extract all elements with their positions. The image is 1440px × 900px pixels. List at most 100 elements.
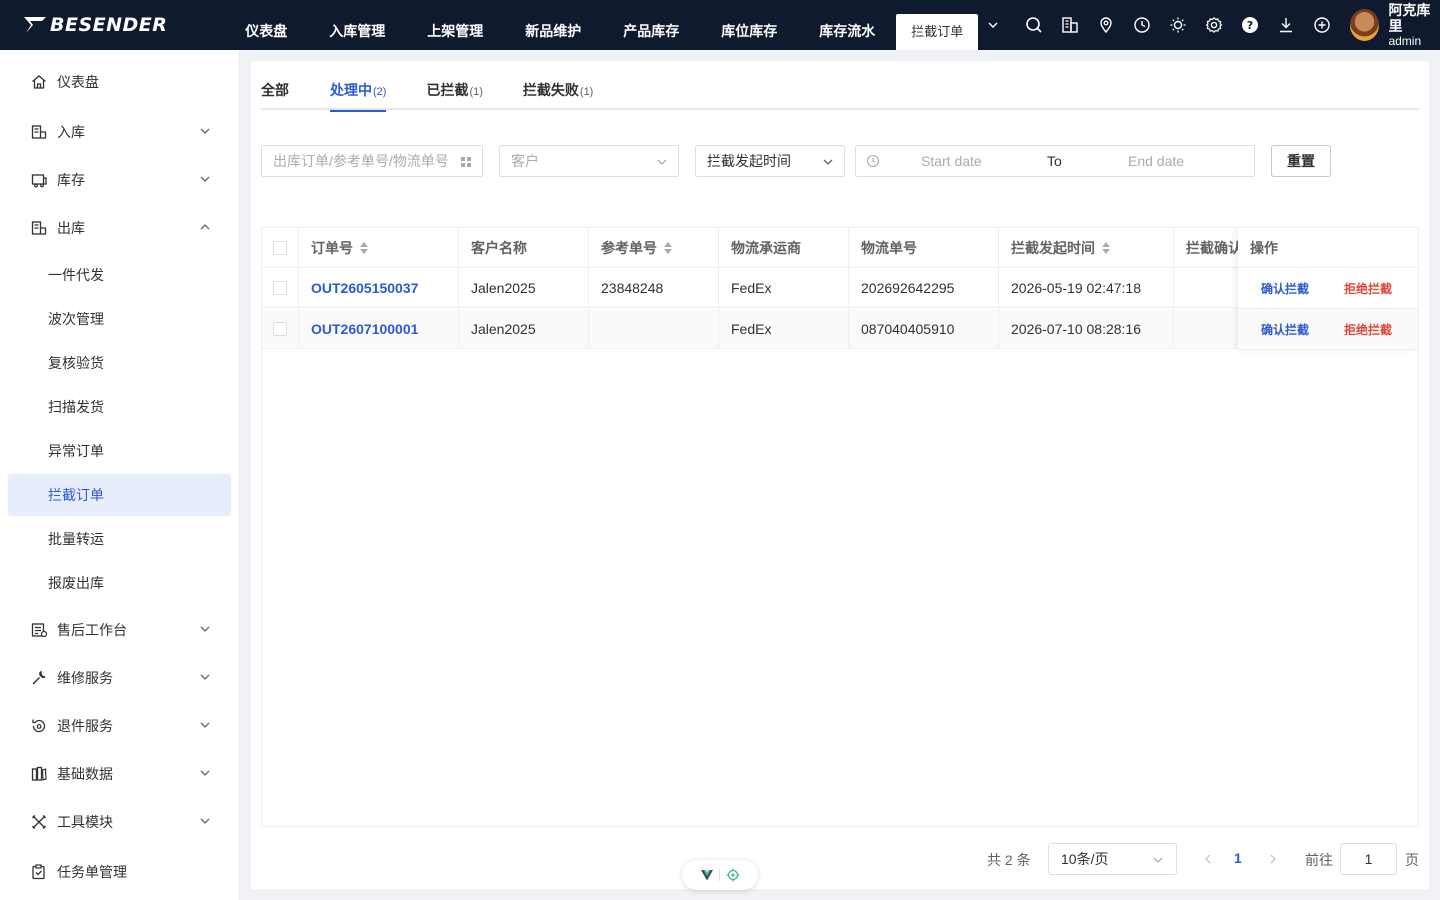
sidebar-item-base-data[interactable]: 基础数据: [8, 753, 231, 795]
devtools-toggle[interactable]: [682, 860, 758, 890]
reject-intercept-button[interactable]: 拒绝拦截: [1344, 321, 1392, 338]
sidebar-item-label: 库存: [57, 172, 85, 188]
actions-row: 确认拦截 拒绝拦截: [1238, 268, 1418, 309]
date-range-picker[interactable]: Start date To End date: [855, 145, 1255, 177]
sidebar-item-inventory[interactable]: 库存: [8, 159, 231, 201]
sidebar-item-review[interactable]: 复核验货: [8, 342, 231, 384]
sort-icon[interactable]: [664, 241, 672, 254]
column-header: 物流单号: [861, 239, 917, 256]
page-size-select[interactable]: 10条/页: [1048, 843, 1177, 875]
sidebar-item-dropship[interactable]: 一件代发: [8, 254, 231, 296]
end-date-input[interactable]: End date: [1128, 153, 1184, 169]
col-carrier: 物流承运商: [719, 228, 849, 267]
history-tool[interactable]: [1124, 0, 1160, 50]
carrier-cell: FedEx: [719, 309, 849, 348]
carrier-cell: FedEx: [719, 268, 849, 307]
sidebar-item-tasks[interactable]: 任务单管理: [8, 851, 231, 893]
search-tool[interactable]: [1016, 0, 1052, 50]
chevron-down-icon: [988, 22, 998, 28]
sidebar-item-label: 复核验货: [48, 355, 104, 371]
add-tool[interactable]: [1304, 0, 1340, 50]
order-no-link[interactable]: OUT2607100001: [311, 321, 418, 337]
sidebar-item-aftersales[interactable]: 售后工作台: [8, 609, 231, 651]
nav-new-product[interactable]: 新品维护: [504, 0, 602, 50]
sidebar-item-exception[interactable]: 异常订单: [8, 430, 231, 472]
next-page-icon[interactable]: [1266, 851, 1280, 867]
tab-processing[interactable]: 处理中(2): [330, 61, 387, 112]
chevron-down-icon: [200, 770, 210, 776]
grid-icon[interactable]: [460, 156, 472, 168]
nav-intercept-orders[interactable]: 拦截订单: [896, 14, 979, 50]
sidebar-item-outbound[interactable]: 出库: [8, 207, 231, 249]
gear-icon: [1205, 16, 1223, 34]
nav-stock-flow[interactable]: 库存流水: [798, 0, 896, 50]
top-nav: 仪表盘 入库管理 上架管理 新品维护 产品库存 库位库存 库存流水 拦截订单: [224, 0, 979, 50]
tab-intercepted[interactable]: 已拦截(1): [426, 61, 482, 110]
start-date-input[interactable]: Start date: [921, 153, 982, 169]
warehouse-tool[interactable]: [1052, 0, 1088, 50]
sidebar-item-label: 任务单管理: [57, 864, 127, 880]
sidebar-item-scrap[interactable]: 报废出库: [8, 562, 231, 604]
tab-label: 拦截失败: [522, 82, 579, 98]
sidebar-item-repair[interactable]: 维修服务: [8, 657, 231, 699]
nav-inbound[interactable]: 入库管理: [308, 0, 406, 50]
goto-page-input[interactable]: [1340, 843, 1397, 875]
location-icon: [1100, 17, 1112, 34]
reject-intercept-button[interactable]: 拒绝拦截: [1344, 280, 1392, 297]
nav-putaway[interactable]: 上架管理: [406, 0, 504, 50]
intercept-table: 订单号 客户名称 参考单号 物流承运商 物流单号 拦截发起时间 拦截确认 OUT…: [261, 227, 1419, 827]
initiated-at-cell: 2026-05-19 02:47:18: [999, 268, 1174, 307]
chevron-down-icon: [823, 159, 833, 165]
sidebar-item-wave[interactable]: 波次管理: [8, 298, 231, 340]
sidebar-item-scan-ship[interactable]: 扫描发货: [8, 386, 231, 428]
help-tool[interactable]: ?: [1232, 0, 1268, 50]
select-all-checkbox[interactable]: [273, 240, 287, 255]
sidebar-item-label: 出库: [57, 220, 85, 236]
home-icon: [30, 73, 48, 91]
sidebar-item-batch-transfer[interactable]: 批量转运: [8, 518, 231, 560]
col-order-no[interactable]: 订单号: [299, 228, 459, 267]
nav-more-dropdown[interactable]: [978, 0, 1008, 50]
chevron-down-icon: [200, 128, 210, 134]
customer-select[interactable]: 客户: [499, 145, 679, 177]
nav-product-stock[interactable]: 产品库存: [602, 0, 700, 50]
tab-label: 全部: [261, 82, 289, 98]
sidebar-item-dashboard[interactable]: 仪表盘: [8, 61, 231, 103]
order-no-cell: OUT2605150037: [299, 268, 459, 307]
order-search-input[interactable]: 出库订单/参考单号/物流单号: [261, 145, 483, 177]
sort-icon[interactable]: [1102, 241, 1110, 254]
settings-tool[interactable]: [1196, 0, 1232, 50]
sidebar-item-intercept[interactable]: 拦截订单: [8, 474, 231, 516]
row-select-cell: [262, 309, 299, 348]
sort-icon[interactable]: [360, 241, 368, 254]
toolbar: ?: [1016, 0, 1340, 50]
plus-circle-icon: [1314, 17, 1330, 33]
reset-button[interactable]: 重置: [1271, 145, 1331, 177]
row-select-cell: [262, 268, 299, 307]
nav-dashboard[interactable]: 仪表盘: [224, 0, 308, 50]
confirm-intercept-button[interactable]: 确认拦截: [1261, 280, 1309, 297]
col-ref-no[interactable]: 参考单号: [589, 228, 719, 267]
confirm-intercept-button[interactable]: 确认拦截: [1261, 321, 1309, 338]
nav-location-stock[interactable]: 库位库存: [700, 0, 798, 50]
user-menu[interactable]: 阿克库里 admin: [1349, 2, 1440, 48]
page-number-current[interactable]: 1: [1234, 850, 1242, 866]
sidebar-item-returns[interactable]: 退件服务: [8, 705, 231, 747]
prev-page-icon[interactable]: [1201, 851, 1215, 867]
row-checkbox[interactable]: [273, 280, 287, 295]
time-type-select[interactable]: 拦截发起时间: [695, 145, 845, 177]
order-no-link[interactable]: OUT2605150037: [311, 280, 418, 296]
sidebar-item-tools[interactable]: 工具模块: [8, 801, 231, 843]
building-icon: [1062, 17, 1078, 33]
brand-logo[interactable]: BESENDER: [0, 0, 224, 50]
theme-tool[interactable]: [1160, 0, 1196, 50]
col-initiated-at[interactable]: 拦截发起时间: [999, 228, 1174, 267]
tab-failed[interactable]: 拦截失败(1): [523, 61, 593, 110]
tab-all[interactable]: 全部: [261, 61, 290, 110]
outbound-icon: [30, 219, 48, 237]
row-checkbox[interactable]: [273, 321, 287, 336]
download-tool[interactable]: [1268, 0, 1304, 50]
select-all-cell: [262, 228, 299, 267]
location-tool[interactable]: [1088, 0, 1124, 50]
sidebar-item-inbound[interactable]: 入库: [8, 111, 231, 153]
